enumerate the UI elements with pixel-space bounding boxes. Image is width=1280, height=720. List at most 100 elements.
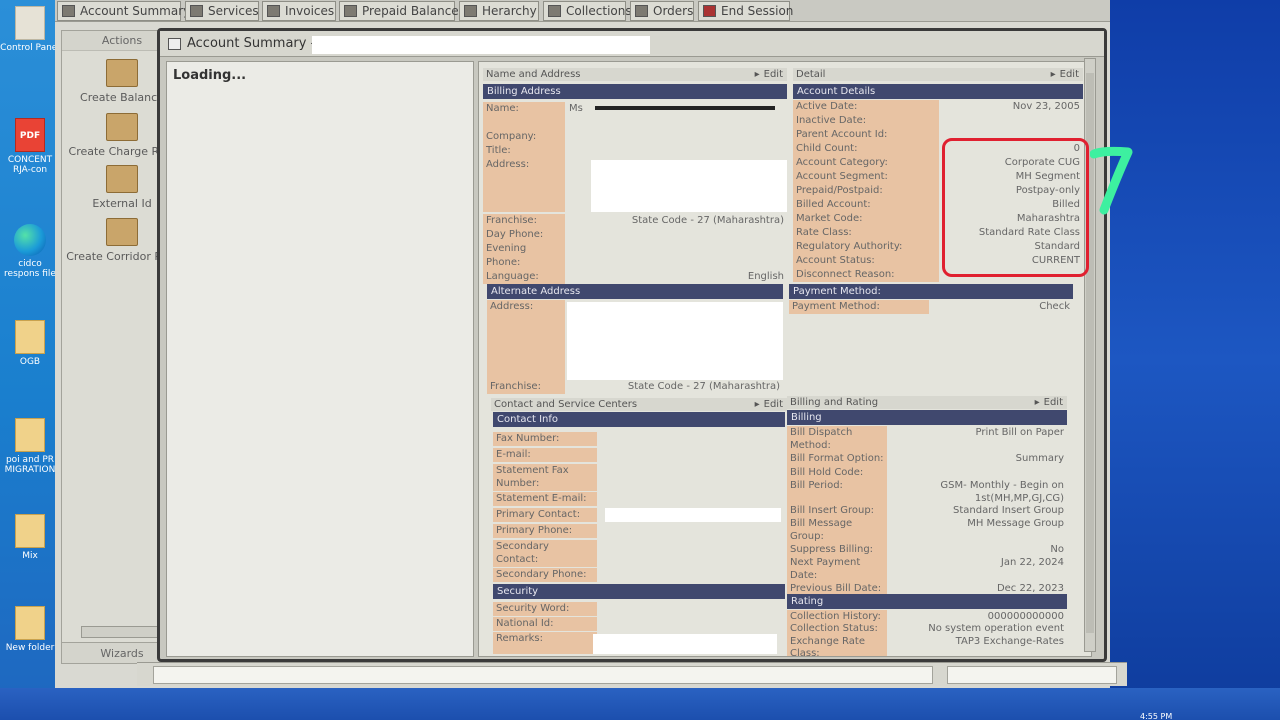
billing-row: Bill Insert Group: Standard Insert Group [787, 504, 1067, 518]
taskbar [0, 688, 1280, 720]
menu-end-session[interactable]: End Session [698, 1, 793, 21]
name-address-edit-link[interactable]: Edit [755, 68, 783, 81]
field-language: Language: English [483, 270, 787, 284]
field-value: Check [929, 300, 1073, 314]
field-title: Title: [483, 144, 787, 158]
field-label: Fax Number: [493, 432, 597, 446]
contact-row: Primary Phone: [493, 524, 785, 538]
field-value: State Code - 27 (Maharashtra) [565, 214, 787, 228]
section-title: Name and Address [486, 69, 581, 80]
desktop-icon-control-panel[interactable]: Control Panel [0, 6, 60, 53]
control-panel-icon [15, 6, 45, 40]
field-value [565, 116, 787, 130]
menu-hierarchy[interactable]: Herarchy [459, 1, 539, 21]
services-icon [190, 5, 203, 17]
prepaid-balances-icon [344, 5, 357, 17]
field-value: No [887, 543, 1067, 557]
desktop-icon-pdf[interactable]: PDF CONCENT RJA-con [0, 118, 60, 175]
field-value [597, 524, 785, 538]
account-details-band: Account Details [793, 84, 1083, 99]
field-label: Account Segment: [793, 170, 939, 184]
field-label: Secondary [493, 540, 597, 554]
desktop-icon-label: Control Panel [0, 43, 60, 53]
contact-edit-link[interactable]: Edit [755, 398, 783, 411]
status-field-secondary [947, 666, 1117, 684]
redacted-account-name [312, 36, 650, 54]
field-label: Franchise: [487, 380, 565, 394]
field-label: Address: [483, 158, 565, 212]
billing-row: Method: [787, 439, 1067, 453]
field-label: Title: [483, 144, 565, 158]
field-label: Active Date: [793, 100, 939, 114]
field-value [597, 492, 785, 506]
field-label: Bill Message [787, 517, 887, 531]
field-value [887, 466, 1067, 480]
field-value: Print Bill on Paper [887, 426, 1067, 440]
field-value [887, 647, 1067, 656]
field-evening: Evening [483, 242, 787, 256]
field-company: Company: [483, 130, 787, 144]
field-value [597, 617, 785, 631]
desktop-icon-migration[interactable]: poi and PR MIGRATION [0, 418, 60, 475]
folder-icon [106, 59, 138, 87]
folder-icon [106, 218, 138, 246]
folder-icon [15, 320, 45, 354]
menu-account-summary[interactable]: Account Summary [57, 1, 190, 21]
window-icon [168, 38, 181, 50]
window-title: Account Summary - [187, 36, 316, 51]
contact-row: Statement E-mail: [493, 492, 785, 506]
desktop-icon-label: poi and PR MIGRATION [4, 455, 56, 475]
annotation-seven-mark [1090, 146, 1133, 215]
field-label: Address: [487, 300, 565, 380]
menu-label: Account Summary [80, 4, 191, 18]
section-title: Billing and Rating [790, 397, 879, 408]
field-alt-address: Address: [487, 300, 783, 380]
field-phone: Phone: [483, 256, 787, 270]
rating-row: Class: [787, 647, 1067, 656]
field-label: Bill Insert Group: [787, 504, 887, 518]
orders-icon [635, 5, 648, 17]
desktop-icon-label: cidco respons file [4, 259, 56, 279]
billing-row: Bill Hold Code: [787, 466, 1067, 480]
desktop-icon-new-folder[interactable]: New folder [0, 606, 60, 653]
field-label: Child Count: [793, 142, 939, 156]
loading-text: Loading... [173, 68, 247, 83]
field-alt-franchise: Franchise: State Code - 27 (Maharashtra) [487, 380, 783, 394]
field-franchise: Franchise: State Code - 27 (Maharashtra) [483, 214, 787, 228]
field-label: Statement E-mail: [493, 492, 597, 506]
field-label: Payment Method: [789, 300, 929, 314]
field-label: Remarks: [493, 632, 597, 654]
field-day-phone: Day Phone: [483, 228, 787, 242]
billing-edit-link[interactable]: Edit [1035, 396, 1063, 409]
application-window: Account Summary Services Invoices Prepai… [55, 0, 1127, 688]
menu-label: Prepaid Balances [362, 4, 465, 18]
menu-invoices[interactable]: Invoices [262, 1, 336, 21]
field-value [565, 144, 787, 158]
security-row: National Id: [493, 617, 785, 631]
billing-row: Bill Period: GSM- Monthly - Begin on [787, 479, 1067, 493]
detail-edit-link[interactable]: Edit [1051, 68, 1079, 81]
contact-row: Number: [493, 477, 785, 491]
field-value [887, 569, 1067, 583]
billing-row: Bill Dispatch Print Bill on Paper [787, 426, 1067, 440]
field-value [597, 540, 785, 554]
tree-pane: Loading... [166, 61, 474, 657]
menu-services[interactable]: Services [185, 1, 259, 21]
desktop-icon-edge[interactable]: cidco respons file [0, 224, 60, 279]
menu-collections[interactable]: Collections [543, 1, 632, 21]
field-value: GSM- Monthly - Begin on [887, 479, 1067, 493]
menu-prepaid-balances[interactable]: Prepaid Balances [339, 1, 465, 21]
field-label: Prepaid/Postpaid: [793, 184, 939, 198]
field-label: Parent Account Id: [793, 128, 939, 142]
field-value [597, 432, 785, 446]
field-value [887, 530, 1067, 544]
field-label: Company: [483, 130, 565, 144]
menu-label: Herarchy [482, 4, 537, 18]
hierarchy-icon [464, 5, 477, 17]
annotation-highlight-box [942, 138, 1089, 277]
contact-row: Fax Number: [493, 432, 785, 446]
desktop-icon-mix[interactable]: Mix [0, 514, 60, 561]
desktop-icon-ogb[interactable]: OGB [0, 320, 60, 367]
menu-orders[interactable]: Orders [630, 1, 694, 21]
field-label: Bill Hold Code: [787, 466, 887, 480]
